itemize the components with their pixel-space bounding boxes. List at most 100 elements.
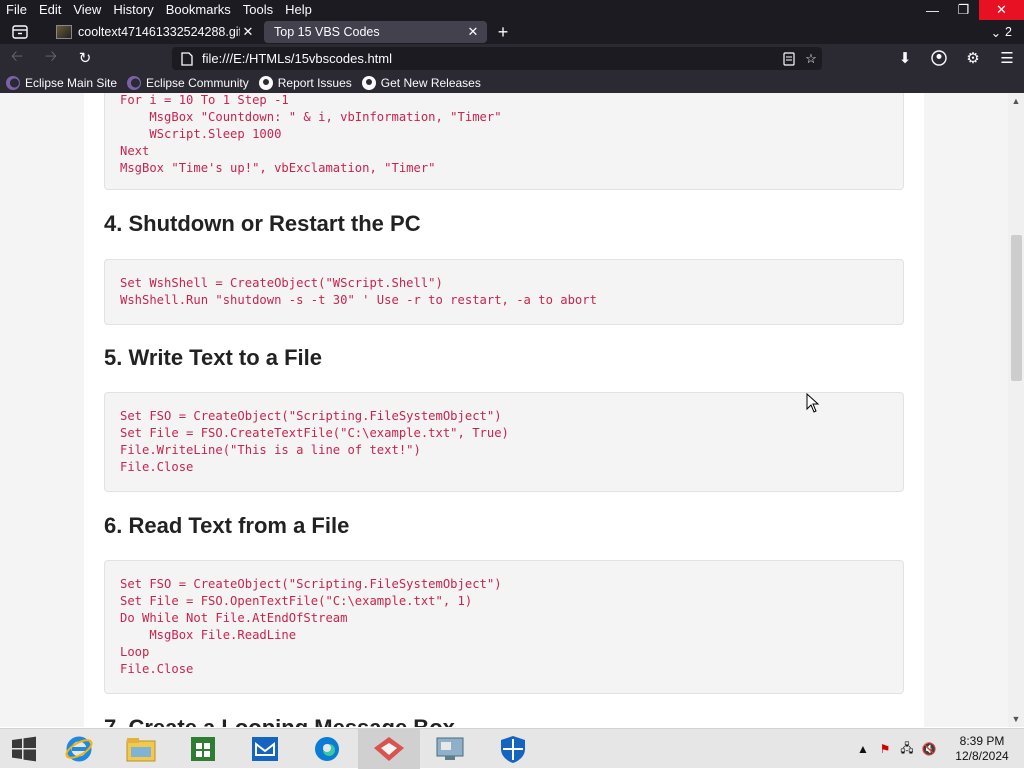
menu-edit[interactable]: Edit — [33, 0, 67, 20]
back-icon[interactable]: 🡠 — [0, 44, 34, 72]
bookmark-eclipse-main[interactable]: Eclipse Main Site — [6, 75, 118, 90]
code-block-countdown: For i = 10 To 1 Step -1 MsgBox "Countdow… — [104, 93, 904, 190]
section-heading: 4. Shutdown or Restart the PC — [104, 211, 421, 236]
toolbar-actions: ⬇ ⚙ ☰ — [888, 44, 1024, 72]
bookmark-star-icon[interactable]: ☆ — [800, 51, 822, 67]
code-line: Next — [120, 144, 150, 158]
code-line: Loop — [120, 645, 150, 659]
presentation-app-icon[interactable] — [358, 728, 420, 769]
close-tab-icon[interactable]: ✕ — [240, 24, 256, 40]
extensions-icon[interactable]: ⚙ — [956, 44, 990, 72]
defender-shield-icon[interactable] — [482, 729, 544, 769]
bookmark-label: Eclipse Community — [146, 75, 249, 90]
reload-icon[interactable]: ↻ — [68, 44, 102, 72]
tab-title: Top 15 VBS Codes — [274, 25, 380, 39]
menu-bookmarks[interactable]: Bookmarks — [160, 0, 237, 20]
mail-icon[interactable] — [234, 729, 296, 769]
article-body: For i = 10 To 1 Step -1 MsgBox "Countdow… — [84, 93, 924, 727]
code-line: MsgBox "Countdown: " & i, vbInformation,… — [120, 110, 502, 124]
navigation-bar: 🡠 🡢 ↻ file:///E:/HTMLs/15vbscodes.html ☆… — [0, 44, 1024, 72]
scroll-up-icon[interactable]: ▲ — [1008, 93, 1024, 109]
tab-vbs-codes[interactable]: Top 15 VBS Codes ✕ — [264, 21, 487, 43]
section-heading: 5. Write Text to a File — [104, 345, 323, 370]
code-line: MsgBox File.ReadLine — [120, 628, 297, 642]
bookmarks-toolbar: Eclipse Main Site Eclipse Community Repo… — [0, 72, 1024, 93]
code-line: Do While Not File.AtEndOfStream — [120, 611, 348, 625]
tab-overflow[interactable]: ⌄ 2 — [991, 20, 1012, 44]
eclipse-icon — [6, 75, 20, 90]
scroll-down-icon[interactable]: ▼ — [1008, 711, 1024, 727]
scrollbar-thumb[interactable] — [1011, 235, 1022, 381]
code-block-write-file: Set FSO = CreateObject("Scripting.FileSy… — [104, 392, 904, 492]
code-block-shutdown: Set WshShell = CreateObject("WScript.She… — [104, 259, 904, 325]
menu-bar: File Edit View History Bookmarks Tools H… — [0, 0, 1024, 20]
code-block-read-file: Set FSO = CreateObject("Scripting.FileSy… — [104, 560, 904, 694]
system-tray: ▲ ⚑ 🖧 🔇 8:39 PM 12/8/2024 — [852, 729, 1024, 769]
code-line: File.Close — [120, 460, 194, 474]
new-tab-icon[interactable]: + — [487, 21, 519, 43]
minimize-icon[interactable]: — — [917, 0, 948, 20]
bookmark-get-new-releases[interactable]: Get New Releases — [361, 75, 481, 90]
page-viewport: For i = 10 To 1 Step -1 MsgBox "Countdow… — [0, 93, 1024, 727]
url-bar[interactable]: file:///E:/HTMLs/15vbscodes.html ☆ — [172, 47, 822, 70]
menu-file[interactable]: File — [0, 0, 33, 20]
remote-desktop-icon[interactable] — [420, 729, 482, 769]
close-window-icon[interactable]: ✕ — [979, 0, 1024, 20]
github-icon — [258, 75, 273, 90]
file-explorer-icon[interactable] — [110, 729, 172, 769]
chevron-down-icon: ⌄ — [990, 25, 1002, 40]
code-line: Set File = FSO.OpenTextFile("C:\example.… — [120, 594, 473, 608]
tab-count: 2 — [1005, 25, 1012, 39]
restore-icon[interactable]: ❐ — [948, 0, 979, 20]
section-heading: 7. Create a Looping Message Box — [104, 715, 455, 727]
code-line: File.WriteLine("This is a line of text!"… — [120, 443, 421, 457]
internet-explorer-icon[interactable] — [48, 729, 110, 769]
show-hidden-icons-icon[interactable]: ▲ — [852, 742, 874, 756]
volume-muted-icon[interactable]: 🔇 — [918, 742, 940, 756]
vertical-scrollbar[interactable]: ▲ ▼ — [1008, 93, 1024, 727]
eclipse-icon — [127, 75, 142, 90]
taskbar: ▲ ⚑ 🖧 🔇 8:39 PM 12/8/2024 — [0, 728, 1024, 769]
menu-view[interactable]: View — [67, 0, 107, 20]
reader-view-icon[interactable] — [778, 51, 800, 66]
menu-history[interactable]: History — [107, 0, 159, 20]
bookmark-report-issues[interactable]: Report Issues — [258, 75, 352, 90]
action-center-flag-icon[interactable]: ⚑ — [874, 742, 896, 756]
menu-hamburger-icon[interactable]: ☰ — [990, 44, 1024, 72]
edge-icon[interactable] — [296, 729, 358, 769]
tab-bar: cooltext471461332524288.gif (GI ✕ Top 15… — [0, 20, 1024, 44]
tab-gif[interactable]: cooltext471461332524288.gif (GI ✕ — [40, 21, 262, 43]
tab-list-icon[interactable] — [0, 20, 40, 44]
code-line: WScript.Sleep 1000 — [120, 127, 282, 141]
clock[interactable]: 8:39 PM 12/8/2024 — [940, 734, 1024, 764]
mouse-cursor-icon — [806, 393, 820, 413]
menu-tools[interactable]: Tools — [237, 0, 279, 20]
code-line: Set WshShell = CreateObject("WScript.She… — [120, 276, 443, 290]
menu-help[interactable]: Help — [279, 0, 318, 20]
section-heading: 6. Read Text from a File — [104, 513, 350, 538]
url-text[interactable]: file:///E:/HTMLs/15vbscodes.html — [202, 51, 778, 66]
code-line: File.Close — [120, 662, 194, 676]
network-icon[interactable]: 🖧 — [896, 739, 918, 760]
code-line: MsgBox "Time's up!", vbExclamation, "Tim… — [120, 161, 436, 175]
github-icon — [361, 75, 376, 90]
code-line: WshShell.Run "shutdown -s -t 30" ' Use -… — [120, 293, 597, 307]
store-icon[interactable] — [172, 729, 234, 769]
clock-date: 12/8/2024 — [955, 749, 1009, 763]
bookmark-label: Get New Releases — [380, 75, 481, 90]
windows-start-icon[interactable] — [0, 729, 48, 769]
code-line: Set FSO = CreateObject("Scripting.FileSy… — [120, 577, 502, 591]
code-line: For i = 10 To 1 Step -1 — [120, 93, 289, 107]
code-line: Set File = FSO.CreateTextFile("C:\exampl… — [120, 426, 509, 440]
bookmark-label: Eclipse Main Site — [25, 75, 118, 90]
account-icon[interactable] — [922, 44, 956, 72]
close-tab-icon[interactable]: ✕ — [465, 24, 481, 40]
image-favicon-icon — [56, 25, 72, 39]
clock-time: 8:39 PM — [959, 734, 1005, 748]
bookmark-label: Report Issues — [277, 75, 352, 90]
tab-title: cooltext471461332524288.gif (GI — [78, 25, 240, 39]
window-controls: — ❐ ✕ — [917, 0, 1024, 20]
bookmark-eclipse-community[interactable]: Eclipse Community — [127, 75, 249, 90]
downloads-icon[interactable]: ⬇ — [888, 44, 922, 72]
forward-icon[interactable]: 🡢 — [34, 44, 68, 72]
